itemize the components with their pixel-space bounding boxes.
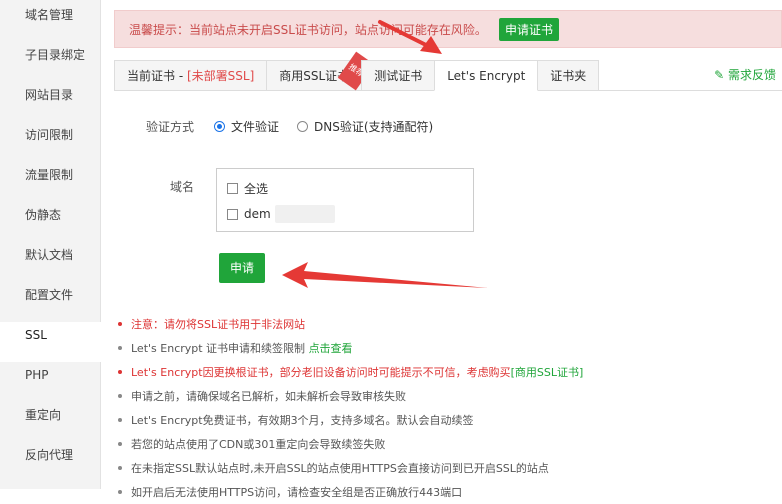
tab-test-cert[interactable]: 测试证书 (361, 60, 436, 90)
edit-icon: ✎ (714, 68, 725, 82)
sidebar-item-traffic[interactable]: 流量限制 (0, 162, 100, 202)
bullet-icon (118, 490, 122, 494)
tab-current-status: [未部署SSL] (186, 69, 255, 83)
alert-text: 温馨提示：当前站点未开启SSL证书访问，站点访问可能存在风险。 (129, 22, 487, 37)
select-all-checkbox[interactable] (227, 182, 238, 194)
domain-label: 域名 (170, 180, 195, 194)
bullet-icon (118, 394, 122, 398)
sidebar-item-subdir[interactable]: 子目录绑定 (0, 42, 100, 82)
tab-commercial-ssl[interactable]: 商用SSL证书 推荐 (266, 51, 375, 91)
bullet-icon (118, 322, 122, 326)
tip-text: 在未指定SSL默认站点时,未开启SSL的站点使用HTTPS会直接访问到已开启SS… (131, 462, 549, 475)
sidebar-list: 域名管理 子目录绑定 网站目录 访问限制 流量限制 伪静态 默认文档 配置文件 … (0, 2, 101, 482)
sidebar-item-access[interactable]: 访问限制 (0, 122, 100, 162)
dns-verify-radio[interactable]: DNS验证(支持通配符) (297, 118, 433, 135)
tip-default-site: 在未指定SSL默认站点时,未开启SSL的站点使用HTTPS会直接访问到已开启SS… (118, 456, 778, 480)
tip-text: Let's Encrypt 证书申请和续签限制 (131, 342, 306, 355)
verify-method-row: 验证方式 文件验证 DNS验证(支持通配符) (146, 118, 451, 135)
tip-text: 申请之前，请确保域名已解析，如未解析会导致审核失败 (131, 390, 406, 403)
tips-list: 注意：请勿将SSL证书用于非法网站 Let's Encrypt 证书申请和续签限… (118, 312, 778, 504)
domain-name: dem (244, 207, 271, 221)
tip-illegal-warning: 注意：请勿将SSL证书用于非法网站 (118, 312, 778, 336)
sidebar-item-rewrite[interactable]: 伪静态 (0, 202, 100, 242)
tab-cert-folder[interactable]: 证书夹 (537, 60, 600, 90)
dns-verify-label: DNS验证(支持通配符) (314, 120, 434, 134)
redacted-domain (274, 205, 335, 223)
feedback-link[interactable]: ✎ 需求反馈 (714, 66, 776, 83)
tip-free-cert: Let's Encrypt免费证书，有效期3个月，支持多域名。默认会自动续签 (118, 408, 778, 432)
tip-text: Let's Encrypt免费证书，有效期3个月，支持多域名。默认会自动续签 (131, 414, 474, 427)
ssl-warning-alert: 温馨提示：当前站点未开启SSL证书访问，站点访问可能存在风险。 申请证书 (114, 10, 782, 48)
domain-row[interactable]: dem (227, 205, 473, 223)
arrow-to-apply-button (282, 262, 488, 288)
bullet-icon (118, 370, 122, 374)
view-limits-link[interactable]: 点击查看 (309, 340, 353, 356)
domain-list: 全选 dem (216, 168, 474, 232)
radio-checked-icon (214, 121, 225, 132)
tip-dns-resolve: 申请之前，请确保域名已解析，如未解析会导致审核失败 (118, 384, 778, 408)
sidebar: 域名管理 子目录绑定 网站目录 访问限制 流量限制 伪静态 默认文档 配置文件 … (0, 0, 101, 489)
apply-button[interactable]: 申请 (219, 253, 265, 283)
tip-text: 注意：请勿将SSL证书用于非法网站 (131, 318, 306, 331)
tip-text: Let's Encrypt因更换根证书，部分老旧设备访问时可能提示不可信，考虑购… (131, 366, 511, 379)
tab-letsencrypt[interactable]: Let's Encrypt (434, 60, 539, 91)
commercial-ssl-link[interactable]: [商用SSL证书] (511, 364, 584, 380)
select-all-row[interactable]: 全选 (227, 179, 473, 197)
sidebar-item-redirect[interactable]: 重定向 (0, 402, 100, 442)
tip-text: 若您的站点使用了CDN或301重定向会导致续签失败 (131, 438, 386, 451)
sidebar-item-site-dir[interactable]: 网站目录 (0, 82, 100, 122)
sidebar-item-default-doc[interactable]: 默认文档 (0, 242, 100, 282)
select-all-label: 全选 (244, 181, 269, 196)
tip-limits: Let's Encrypt 证书申请和续签限制 点击查看 (118, 336, 778, 360)
sidebar-item-config[interactable]: 配置文件 (0, 282, 100, 322)
apply-certificate-button[interactable]: 申请证书 (498, 17, 559, 41)
sidebar-item-proxy[interactable]: 反向代理 (0, 442, 100, 482)
sidebar-item-php[interactable]: PHP (0, 362, 100, 402)
bullet-icon (118, 442, 122, 446)
verify-method-label: 验证方式 (146, 120, 195, 134)
bullet-icon (118, 418, 122, 422)
radio-unchecked-icon (297, 121, 309, 132)
bullet-icon (118, 466, 122, 470)
tip-port-443: 如开启后无法使用HTTPS访问，请检查安全组是否正确放行443端口 (118, 480, 778, 504)
tab-current-cert[interactable]: 当前证书 - [未部署SSL] (114, 60, 268, 90)
feedback-label: 需求反馈 (727, 68, 776, 82)
tip-text: 如开启后无法使用HTTPS访问，请检查安全组是否正确放行443端口 (131, 486, 463, 499)
ssl-tabs: 当前证书 - [未部署SSL] 商用SSL证书 推荐 测试证书 Let's En… (114, 51, 782, 91)
tip-root-cert: Let's Encrypt因更换根证书，部分老旧设备访问时可能提示不可信，考虑购… (118, 360, 778, 384)
sidebar-item-ssl[interactable]: SSL (0, 322, 101, 362)
domain-checkbox[interactable] (227, 208, 238, 220)
tip-cdn: 若您的站点使用了CDN或301重定向会导致续签失败 (118, 432, 778, 456)
tab-current-label: 当前证书 - (127, 69, 187, 83)
bullet-icon (118, 346, 122, 350)
sidebar-item-domain[interactable]: 域名管理 (0, 2, 100, 42)
file-verify-label: 文件验证 (231, 120, 280, 134)
file-verify-radio[interactable]: 文件验证 (214, 118, 279, 135)
